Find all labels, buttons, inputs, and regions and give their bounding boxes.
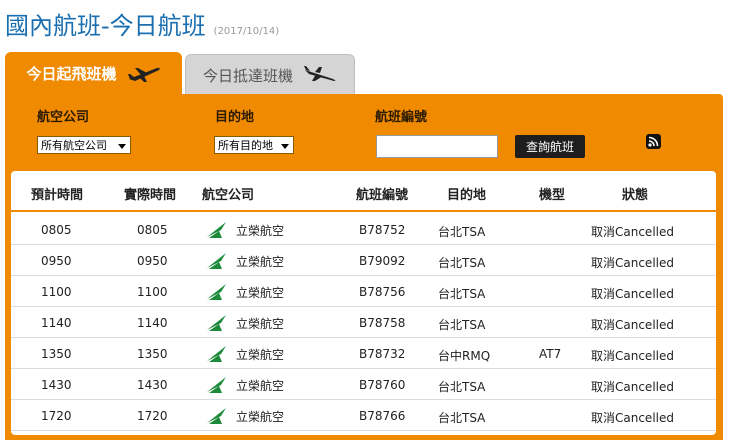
airline-cell: 立榮航空 (206, 376, 284, 394)
status-cell: 取消Cancelled (591, 225, 674, 239)
flight-number-cell: B79092 (359, 254, 406, 268)
uni-air-logo-icon (207, 408, 226, 424)
uni-air-logo-icon (207, 377, 226, 393)
uni-air-logo-icon (207, 315, 226, 331)
flight-number-cell: B78752 (359, 223, 406, 237)
scheduled-time-cell: 1100 (41, 285, 72, 299)
status-cell: 取消Cancelled (591, 380, 674, 394)
flight-number-cell: B78732 (359, 347, 406, 361)
table-row: 0950 0950 立榮航空 B79092 台北TSA 取消Cancelled (11, 245, 716, 276)
status-cell: 取消Cancelled (591, 287, 674, 301)
col-status: 狀態 (622, 188, 649, 203)
tab-departures[interactable]: 今日起飛班機 (5, 52, 182, 95)
col-scheduled-time: 預計時間 (31, 188, 84, 203)
table-row: 1140 1140 立榮航空 B78758 台北TSA 取消Cancelled (11, 307, 716, 338)
actual-time-cell: 1350 (137, 347, 168, 361)
table-header: 預計時間 實際時間 航空公司 航班編號 目的地 機型 狀態 (11, 171, 716, 212)
destination-cell: 台北TSA (438, 411, 486, 425)
airline-select[interactable]: 所有航空公司 (37, 136, 131, 154)
airline-name: 立榮航空 (236, 254, 285, 269)
scheduled-time-cell: 1720 (41, 409, 72, 423)
scheduled-time-cell: 1430 (41, 378, 72, 392)
airline-cell: 立榮航空 (206, 252, 284, 270)
flight-number-cell: B78756 (359, 285, 406, 299)
filter-bar: 航空公司 目的地 航班編號 所有航空公司 所有目的地 查詢航班 (5, 94, 723, 166)
destination-select[interactable]: 所有目的地 (214, 136, 294, 154)
status-cell: 取消Cancelled (591, 349, 674, 363)
table-row: 1430 1430 立榮航空 B78760 台北TSA 取消Cancelled (11, 369, 716, 400)
table-row: 0805 0805 立榮航空 B78752 台北TSA 取消Cancelled (11, 214, 716, 245)
uni-air-logo-icon (207, 222, 226, 238)
airline-cell: 立榮航空 (206, 221, 284, 239)
actual-time-cell: 1430 (137, 378, 168, 392)
tab-arrivals-label: 今日抵達班機 (202, 66, 293, 85)
status-cell: 取消Cancelled (591, 318, 674, 332)
table-row: 1720 1720 立榮航空 B78766 台北TSA 取消Cancelled (11, 400, 716, 431)
status-cell: 取消Cancelled (591, 256, 674, 270)
actual-time-cell: 1140 (137, 316, 168, 330)
scheduled-time-cell: 1350 (41, 347, 72, 361)
airline-filter-label: 航空公司 (37, 110, 90, 125)
page-title: 國內航班-今日航班 (5, 12, 206, 40)
scheduled-time-cell: 0805 (41, 223, 72, 237)
uni-air-logo-icon (207, 346, 226, 362)
airline-select-value: 所有航空公司 (41, 139, 107, 152)
destination-cell: 台北TSA (438, 256, 486, 270)
col-destination: 目的地 (447, 188, 487, 203)
actual-time-cell: 1100 (137, 285, 168, 299)
airline-name: 立榮航空 (236, 285, 285, 300)
airline-name: 立榮航空 (236, 378, 285, 393)
airline-cell: 立榮航空 (206, 314, 284, 332)
actual-time-cell: 0950 (137, 254, 168, 268)
aircraft-cell: AT7 (539, 347, 562, 361)
destination-cell: 台北TSA (438, 287, 486, 301)
destination-filter-label: 目的地 (215, 110, 255, 125)
airline-cell: 立榮航空 (206, 407, 284, 425)
scheduled-time-cell: 0950 (41, 254, 72, 268)
uni-air-logo-icon (207, 253, 226, 269)
destination-cell: 台北TSA (438, 380, 486, 394)
destination-cell: 台北TSA (438, 225, 486, 239)
col-actual-time: 實際時間 (124, 188, 177, 203)
page-header: 國內航班-今日航班 (2017/10/14) (5, 6, 279, 40)
flight-number-cell: B78766 (359, 409, 406, 423)
airline-name: 立榮航空 (236, 347, 285, 362)
chevron-down-icon (281, 144, 289, 149)
flight-number-input[interactable] (376, 135, 498, 158)
departure-plane-icon (127, 67, 160, 82)
uni-air-logo-icon (207, 284, 226, 300)
flight-number-label: 航班編號 (375, 110, 428, 125)
chevron-down-icon (118, 144, 126, 149)
flight-panel: 航空公司 目的地 航班編號 所有航空公司 所有目的地 查詢航班 預計時間 實際時… (5, 94, 723, 440)
airline-cell: 立榮航空 (206, 345, 284, 363)
rss-icon[interactable] (646, 134, 661, 149)
airline-name: 立榮航空 (236, 223, 285, 238)
flight-number-cell: B78758 (359, 316, 406, 330)
scheduled-time-cell: 1140 (41, 316, 72, 330)
actual-time-cell: 1720 (137, 409, 168, 423)
search-flights-button[interactable]: 查詢航班 (515, 135, 585, 158)
page-date: (2017/10/14) (213, 26, 280, 37)
col-flight-number: 航班編號 (356, 188, 409, 203)
airline-name: 立榮航空 (236, 316, 285, 331)
arrival-plane-icon (304, 66, 336, 81)
col-airline: 航空公司 (202, 188, 255, 203)
flight-number-cell: B78760 (359, 378, 406, 392)
destination-cell: 台中RMQ (438, 349, 491, 363)
airline-cell: 立榮航空 (206, 283, 284, 301)
table-row: 1350 1350 立榮航空 B78732 台中RMQ AT7 取消Cancelled (11, 338, 716, 369)
actual-time-cell: 0805 (137, 223, 168, 237)
status-cell: 取消Cancelled (591, 411, 674, 425)
col-aircraft: 機型 (539, 188, 566, 203)
table-row: 1100 1100 立榮航空 B78756 台北TSA 取消Cancelled (11, 276, 716, 307)
tab-arrivals[interactable]: 今日抵達班機 (185, 54, 355, 95)
destination-cell: 台北TSA (438, 318, 486, 332)
flight-table: 預計時間 實際時間 航空公司 航班編號 目的地 機型 狀態 0805 0805 立榮… (11, 171, 716, 435)
tab-departures-label: 今日起飛班機 (26, 65, 117, 83)
destination-select-value: 所有目的地 (218, 139, 273, 152)
airline-name: 立榮航空 (236, 409, 285, 424)
tab-bar: 今日起飛班機 今日抵達班機 (5, 52, 355, 95)
